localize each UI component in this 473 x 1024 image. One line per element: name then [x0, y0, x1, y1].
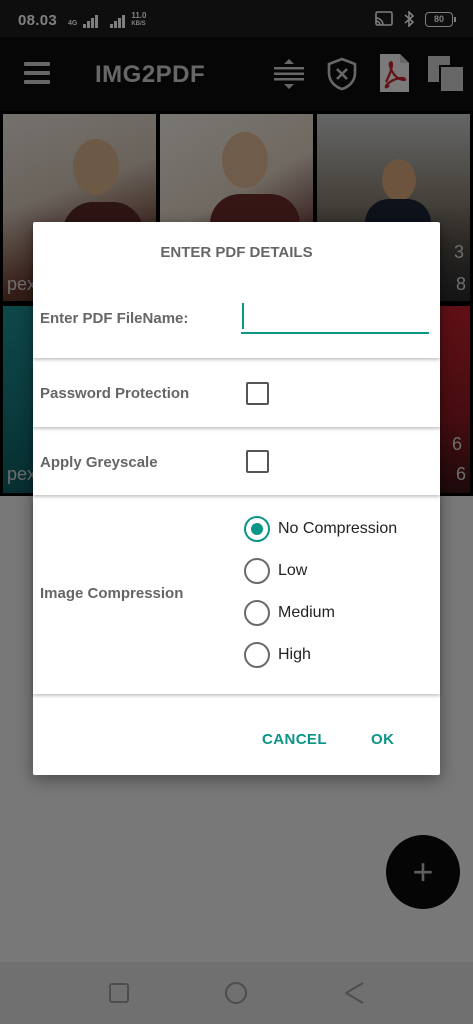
- password-checkbox[interactable]: [246, 382, 269, 405]
- filename-label: Enter PDF FileName:: [40, 310, 189, 327]
- compression-row: Image Compression No Compression Low Med…: [33, 501, 440, 694]
- filename-row: Enter PDF FileName:: [33, 222, 440, 358]
- compression-label: Image Compression: [40, 585, 184, 602]
- greyscale-row: Apply Greyscale: [33, 433, 440, 495]
- cancel-button[interactable]: CANCEL: [262, 731, 327, 748]
- radio-button[interactable]: [244, 558, 270, 584]
- password-row: Password Protection: [33, 365, 440, 427]
- greyscale-label: Apply Greyscale: [40, 454, 158, 471]
- greyscale-checkbox[interactable]: [246, 450, 269, 473]
- radio-button[interactable]: [244, 642, 270, 668]
- radio-high[interactable]: High: [244, 642, 311, 668]
- radio-button[interactable]: [244, 600, 270, 626]
- radio-medium[interactable]: Medium: [244, 600, 335, 626]
- filename-input[interactable]: [241, 298, 429, 334]
- text-cursor: [242, 303, 244, 329]
- password-label: Password Protection: [40, 385, 190, 402]
- pdf-details-dialog: ENTER PDF DETAILS Enter PDF FileName: Pa…: [33, 222, 440, 775]
- radio-no-compression[interactable]: No Compression: [244, 516, 397, 542]
- ok-button[interactable]: OK: [371, 731, 394, 748]
- radio-button-selected[interactable]: [244, 516, 270, 542]
- radio-low[interactable]: Low: [244, 558, 307, 584]
